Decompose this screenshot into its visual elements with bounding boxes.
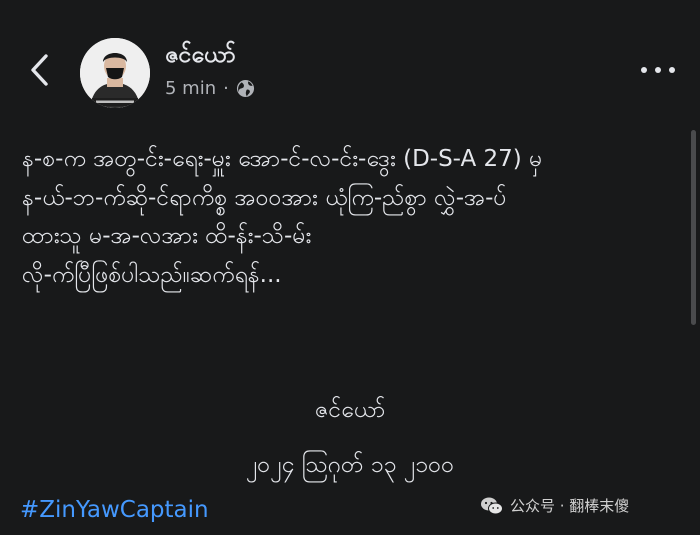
avatar[interactable] <box>80 38 150 108</box>
back-button[interactable] <box>22 50 58 90</box>
profile-photo <box>80 38 150 108</box>
post-text-line: န-ယ်-ဘ-က်ဆို-င်ရာကိစ္စ အ၀၀အား ယုံကြ-ည်စွ… <box>22 184 507 211</box>
globe-icon[interactable] <box>236 79 255 98</box>
post-text-fragment: လို-က်ပြီဖြစ်ပါသည်။ <box>22 261 190 288</box>
hashtag-link[interactable]: #ZinYawCaptain <box>20 497 209 523</box>
wechat-icon <box>481 497 503 514</box>
signature-date: ၂၀၂၄ သြဂုတ် ၁၃ ၂၁၀၀ <box>245 452 455 478</box>
more-options-button[interactable] <box>638 60 678 80</box>
post-time[interactable]: 5 min <box>165 78 216 99</box>
more-horizontal-icon <box>641 67 675 73</box>
see-more-link[interactable]: ဆက်ရန်... <box>190 262 282 288</box>
post-text-line: လို-က်ပြီဖြစ်ပါသည်။ဆက်ရန်... <box>22 256 682 295</box>
watermark-text: 公众号 · 翻棒末傻 <box>510 497 630 515</box>
post-text-line: န-စ-က အတွ-င်း-ရေး-မှူး အော-င်-လ-င်း-ဒွေး… <box>22 146 543 172</box>
post-body: န-စ-က အတွ-င်း-ရေး-မှူး အော-င်-လ-င်း-ဒွေး… <box>22 140 682 294</box>
post-meta: 5 min · <box>165 78 255 99</box>
meta-separator: · <box>223 78 229 99</box>
chevron-left-icon <box>31 54 48 86</box>
author-name[interactable]: ဇင်ယော် <box>165 40 236 74</box>
signature-name: ဇင်ယော် <box>314 397 386 423</box>
scrollbar[interactable] <box>691 130 696 325</box>
watermark: 公众号 · 翻棒末傻 <box>480 495 629 516</box>
post-text-line: ထားသူ မ-အ-လအား ထိ-န်း-သိ-မ်း <box>22 223 312 249</box>
